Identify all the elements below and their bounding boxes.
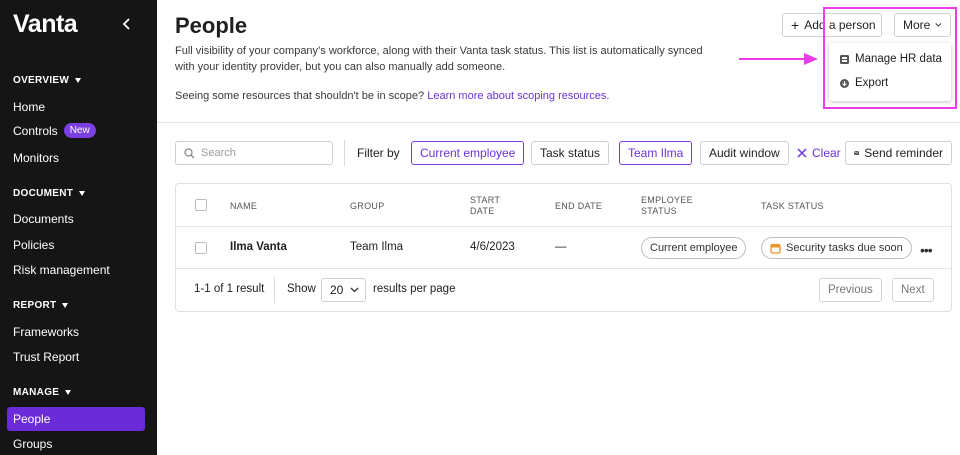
filter-by-label: Filter by — [357, 146, 400, 160]
column-header-group[interactable]: GROUP — [350, 201, 385, 212]
sidebar-item-people[interactable]: People — [7, 407, 145, 431]
person-group: Team Ilma — [350, 241, 404, 253]
header-divider — [157, 122, 960, 123]
sidebar-item-documents[interactable]: Documents — [13, 212, 74, 226]
calendar-warning-icon — [770, 243, 781, 254]
chevron-down-icon — [350, 287, 359, 293]
scope-notice: Seeing some resources that shouldn't be … — [175, 90, 610, 102]
caret-down-icon — [75, 78, 82, 83]
search-icon — [184, 147, 195, 158]
sidebar-item-frameworks[interactable]: Frameworks — [13, 325, 79, 339]
filter-divider — [344, 140, 345, 166]
sidebar-item-monitors[interactable]: Monitors — [13, 151, 59, 165]
chevron-left-icon[interactable] — [120, 17, 134, 31]
send-reminder-button[interactable]: Send reminder — [845, 141, 952, 165]
section-document[interactable]: DOCUMENT — [13, 188, 86, 199]
highlight-box — [823, 7, 957, 109]
new-badge: New — [63, 123, 96, 138]
row-actions-icon[interactable]: ••• — [920, 242, 933, 258]
filter-chip-current-employee[interactable]: Current employee — [411, 141, 525, 165]
vanta-logo: Vanta — [13, 10, 78, 38]
caret-down-icon — [65, 390, 72, 395]
person-end-date: — — [555, 241, 567, 253]
filter-chip-audit-window[interactable]: Audit window — [700, 141, 789, 165]
row-checkbox[interactable] — [195, 242, 207, 254]
row-divider — [176, 268, 951, 269]
column-header-end-date[interactable]: END DATE — [555, 201, 602, 212]
sidebar-item-controls[interactable]: Controls New — [13, 123, 96, 138]
employee-status-badge: Current employee — [641, 237, 747, 259]
caret-down-icon — [79, 191, 86, 196]
result-count: 1-1 of 1 result — [194, 283, 265, 295]
filter-chip-task-status[interactable]: Task status — [531, 141, 610, 165]
next-page-button[interactable]: Next — [892, 278, 934, 302]
previous-page-button[interactable]: Previous — [819, 278, 882, 302]
sidebar-item-home[interactable]: Home — [13, 100, 45, 114]
caret-down-icon — [62, 303, 69, 308]
section-report[interactable]: REPORT — [13, 300, 69, 311]
per-page-suffix: results per page — [373, 283, 456, 295]
people-table: NAME GROUP START DATE END DATE EMPLOYEE … — [175, 183, 952, 312]
column-header-name[interactable]: NAME — [230, 201, 257, 212]
sidebar-item-policies[interactable]: Policies — [13, 238, 54, 252]
sidebar-item-trust-report[interactable]: Trust Report — [13, 350, 79, 364]
column-header-employee-status[interactable]: EMPLOYEE STATUS — [641, 195, 711, 217]
sidebar-item-risk-management[interactable]: Risk management — [13, 263, 110, 277]
pointer-arrow-icon — [739, 53, 818, 65]
footer-divider — [274, 277, 275, 303]
sidebar-item-groups[interactable]: Groups — [13, 437, 52, 451]
close-icon — [797, 148, 807, 158]
column-header-task-status[interactable]: TASK STATUS — [761, 201, 824, 212]
column-header-start-date[interactable]: START DATE — [470, 195, 510, 217]
scoping-resources-link[interactable]: Learn more about scoping resources. — [427, 90, 609, 102]
plus-icon: + — [791, 17, 800, 33]
person-start-date: 4/6/2023 — [470, 241, 515, 253]
sidebar: Vanta OVERVIEW Home Controls New Monitor… — [0, 0, 157, 455]
task-status-badge: Security tasks due soon — [761, 237, 912, 259]
page-description: Full visibility of your company’s workfo… — [175, 45, 703, 73]
page-title: People — [175, 13, 248, 38]
section-overview[interactable]: OVERVIEW — [13, 75, 82, 86]
search-input[interactable]: Search — [175, 141, 333, 165]
select-all-checkbox[interactable] — [195, 199, 207, 211]
clear-filters-button[interactable]: Clear — [797, 146, 841, 160]
section-manage[interactable]: MANAGE — [13, 387, 72, 398]
show-label: Show — [287, 283, 316, 295]
per-page-select[interactable]: 20 — [321, 278, 366, 302]
filter-chip-team[interactable]: Team Ilma — [619, 141, 693, 165]
mail-icon — [854, 151, 860, 155]
row-divider — [176, 226, 951, 227]
person-name[interactable]: Ilma Vanta — [230, 241, 287, 253]
